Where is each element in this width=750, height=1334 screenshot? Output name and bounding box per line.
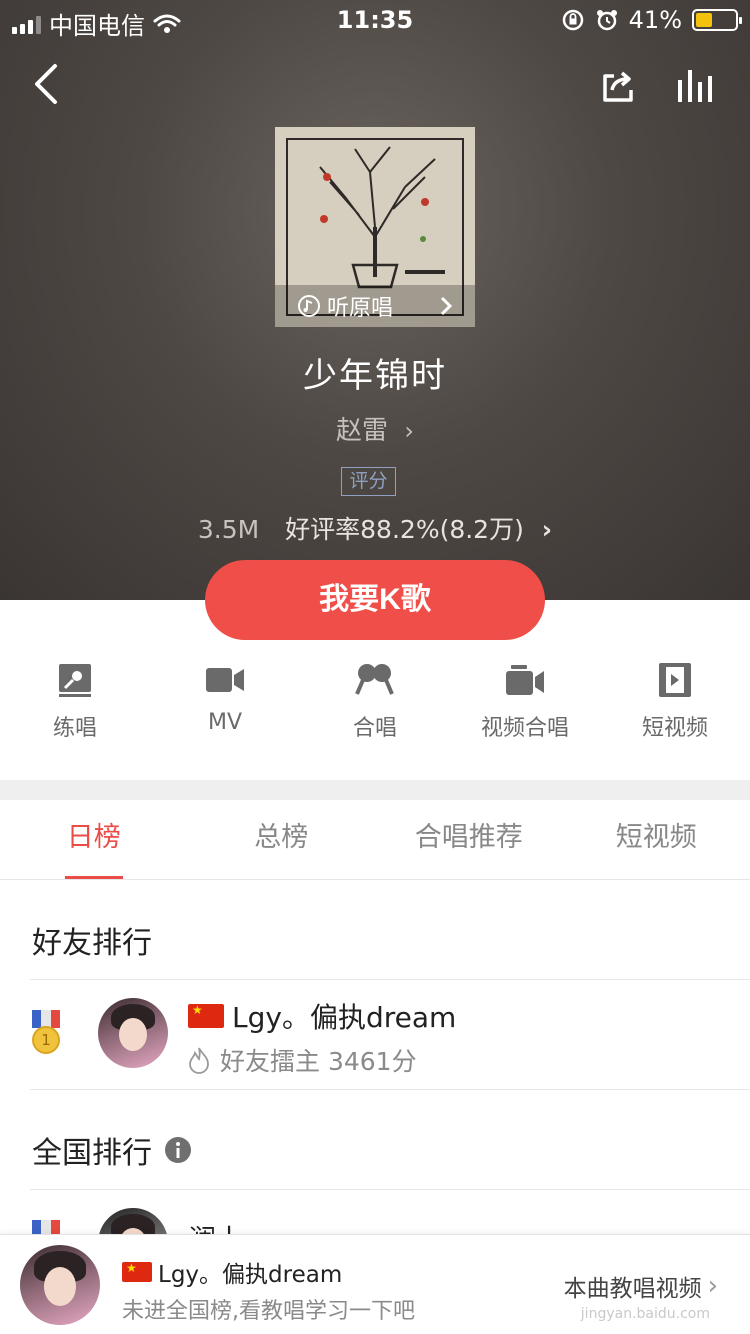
tab-short-video[interactable]: 短视频 — [563, 800, 750, 879]
action-label: MV — [207, 710, 243, 735]
share-icon[interactable] — [598, 66, 638, 106]
info-icon[interactable] — [164, 1136, 192, 1164]
action-label: 合唱 — [352, 716, 397, 741]
status-bar: 中国电信 11:35 41% — [0, 0, 750, 40]
my-name-text: Lgy。偏执dream — [158, 1262, 343, 1288]
friends-ranking-title: 好友排行 — [32, 926, 152, 961]
chevron-right-icon — [440, 296, 453, 316]
tab-chorus-recommend[interactable]: 合唱推荐 — [375, 800, 563, 879]
video-camera-icon — [205, 660, 245, 700]
action-practice[interactable]: 练唱 — [0, 660, 150, 750]
rank-number: 1 — [41, 1031, 51, 1049]
action-short-video[interactable]: 短视频 — [600, 660, 750, 750]
song-title: 少年锦时 — [303, 356, 447, 396]
national-ranking-header: 全国排行 — [32, 1128, 192, 1172]
ranking-tabs: 日榜 总榜 合唱推荐 短视频 — [0, 800, 750, 880]
rating-text: 好评率88.2%(8.2万) — [285, 515, 524, 544]
tab-daily[interactable]: 日榜 — [0, 800, 188, 879]
user-name-text: Lgy。偏执dream — [232, 1001, 457, 1034]
action-chorus[interactable]: 合唱 — [300, 660, 450, 750]
song-stats[interactable]: 3.5M 好评率88.2%(8.2万) › — [0, 510, 750, 546]
battery-icon — [692, 9, 742, 31]
chevron-right-icon: › — [404, 417, 414, 445]
song-hero-background: 中国电信 11:35 41% 听原唱 少年锦时 赵雷 › 评分 3.5M 好评率… — [0, 0, 750, 600]
equalizer-icon[interactable] — [674, 66, 718, 106]
music-note-icon — [297, 295, 320, 317]
action-label: 视频合唱 — [480, 716, 569, 741]
gold-medal-icon: 1 — [30, 1010, 62, 1054]
battery-percent: 41% — [628, 6, 682, 34]
avatar[interactable] — [98, 998, 168, 1068]
action-label: 短视频 — [641, 716, 708, 741]
my-name: Lgy。偏执dream — [122, 1255, 342, 1289]
listen-original-label: 听原唱 — [326, 296, 393, 321]
user-name: Lgy。偏执dream — [188, 996, 456, 1036]
artist-link[interactable]: 赵雷 › — [0, 410, 750, 447]
artist-name: 赵雷 — [336, 416, 389, 446]
rating-badge: 评分 — [341, 467, 396, 496]
tab-overall[interactable]: 总榜 — [188, 800, 376, 879]
tutorial-link-label: 本曲教唱视频 — [563, 1276, 702, 1302]
song-detail-screen: 中国电信 11:35 41% 听原唱 少年锦时 赵雷 › 评分 3.5M 好评率… — [0, 0, 750, 1334]
action-row: 练唱 MV 合唱 视频合唱 短视频 — [0, 660, 750, 750]
chorus-icon — [355, 660, 395, 700]
play-count: 3.5M — [197, 515, 260, 544]
china-flag-icon — [122, 1261, 152, 1282]
sing-k-button[interactable]: 我要K歌 — [205, 560, 545, 640]
chevron-right-icon: › — [707, 1271, 718, 1301]
battery-fill — [696, 13, 712, 27]
national-ranking-title: 全国排行 — [32, 1136, 152, 1171]
flame-icon — [189, 1047, 209, 1074]
short-video-icon — [655, 660, 695, 700]
video-chorus-icon — [505, 660, 545, 700]
chevron-right-icon: › — [541, 515, 553, 544]
back-arrow-icon[interactable] — [26, 62, 66, 106]
divider — [30, 1089, 750, 1090]
china-flag-icon — [188, 1003, 224, 1028]
alarm-icon — [596, 10, 617, 31]
action-label: 练唱 — [52, 716, 97, 741]
practice-icon — [55, 660, 95, 700]
section-gap — [0, 780, 750, 800]
friends-rank-row[interactable]: 1 Lgy。偏执dream 好友擂主 3461分 — [0, 980, 750, 1090]
watermark: jingyan.baidu.com — [580, 1306, 710, 1322]
listen-original-bar[interactable]: 听原唱 — [275, 285, 475, 327]
user-score: 好友擂主 3461分 — [220, 1047, 417, 1076]
action-mv[interactable]: MV — [150, 660, 300, 750]
status-right: 41% — [561, 6, 742, 34]
action-video-chorus[interactable]: 视频合唱 — [450, 660, 600, 750]
user-subtitle: 好友擂主 3461分 — [188, 1042, 417, 1078]
my-rank-description: 未进全国榜,看教唱学习一下吧 — [122, 1299, 415, 1324]
tutorial-video-link[interactable]: 本曲教唱视频 › — [564, 1269, 718, 1303]
rotation-lock-icon — [562, 9, 583, 31]
album-cover[interactable]: 听原唱 — [275, 127, 475, 327]
avatar[interactable] — [20, 1245, 100, 1325]
